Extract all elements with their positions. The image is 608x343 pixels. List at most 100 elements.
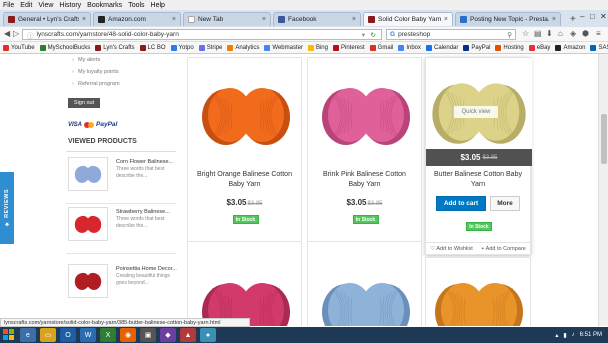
add-to-wishlist-link[interactable]: ♡ Add to Wishlist [430,246,473,252]
bookmark-item[interactable]: MySchoolBucks [39,44,90,51]
taskbar-app-icon[interactable]: ● [200,328,216,342]
menu-item-tools[interactable]: Tools [128,2,144,9]
sign-out-button[interactable]: Sign out [68,98,100,108]
download-icon[interactable]: ⬇ [546,29,553,38]
menu-item-history[interactable]: History [59,2,81,9]
bookmark-item[interactable]: Yotpo [170,44,194,51]
taskbar-ie-icon[interactable]: e [20,328,36,342]
sidebar-link-referral[interactable]: Referral program [72,81,120,87]
maximize-button[interactable]: □ [590,12,595,21]
add-to-compare-link[interactable]: + Add to Compare [481,246,526,252]
viewed-product-name[interactable]: Strawberry Balinese... [116,209,170,215]
bookmark-item[interactable]: Webmaster [264,44,303,51]
volume-icon[interactable]: ♪ [572,332,575,338]
product-name[interactable]: Butter Balinese Cotton Baby Yarn [426,170,530,190]
menu-icon[interactable]: ≡ [596,29,601,38]
close-tab-icon[interactable]: × [444,16,448,23]
network-icon[interactable]: ▮ [563,332,566,339]
menu-item-file[interactable]: File [3,2,14,9]
product-card[interactable]: Quick view $3.05 $3.85 Butter Balinese Cott… [425,57,532,255]
taskbar-folder-icon[interactable]: ▭ [40,328,56,342]
taskbar-outlook-icon[interactable]: O [60,328,76,342]
dropdown-icon[interactable]: ▾ [362,31,365,39]
reviews-side-tab[interactable]: ★ REVIEWS [0,172,14,244]
bookmark-item[interactable]: YouTube [3,44,35,51]
bookmark-item[interactable]: Lyn's Crafts [95,44,135,51]
scrollbar-thumb[interactable] [601,114,607,164]
start-button[interactable] [0,327,18,343]
product-image[interactable] [195,260,296,326]
product-image[interactable] [429,260,529,326]
product-image[interactable] [315,260,416,326]
back-icon[interactable]: ◀ [4,29,10,38]
addon-icon[interactable]: ⬢ [582,29,589,38]
product-image[interactable] [315,65,416,165]
bookmark-item[interactable]: Hosting [495,44,524,51]
close-tab-icon[interactable]: × [552,16,556,23]
taskbar-excel-icon[interactable]: X [100,328,116,342]
quick-view-button[interactable]: Quick view [454,106,498,118]
bookmark-item[interactable]: SAS I-2 [590,44,608,51]
bookmark-item[interactable]: PayPal [463,44,490,51]
product-image[interactable]: Quick view $3.05 $3.85 [426,58,532,166]
bookmark-star-icon[interactable]: ☆ [522,29,529,38]
product-name[interactable]: Bright Orange Balinese Cotton Baby Yarn [188,170,301,190]
product-card[interactable] [425,257,531,326]
product-card[interactable] [187,241,302,326]
viewed-product-thumbnail[interactable] [68,207,108,241]
close-tab-icon[interactable]: × [82,16,86,23]
taskbar-word-icon[interactable]: W [80,328,96,342]
bookmark-item[interactable]: Bing [307,44,328,51]
product-card[interactable] [307,241,422,326]
menu-item-bookmarks[interactable]: Bookmarks [87,2,122,9]
bookmark-item[interactable]: LC BO [139,44,166,51]
browser-tab[interactable]: Amazon.com × [93,12,181,26]
new-tab-button[interactable]: + [570,14,576,25]
close-tab-icon[interactable]: × [262,16,266,23]
close-tab-icon[interactable]: × [172,16,176,23]
close-window-button[interactable]: ✕ [600,12,607,21]
viewed-product-name[interactable]: Poinsettia Home Decor... [116,266,177,272]
search-engine-icon[interactable]: G [390,31,395,38]
clock[interactable]: 6:51 PM [580,332,602,338]
bookmark-item[interactable]: Amazon [555,44,585,51]
browser-tab[interactable]: New Tab × [183,12,271,26]
home-icon[interactable]: ⌂ [558,29,563,38]
taskbar-app-icon[interactable]: ▲ [180,328,196,342]
sidebar-link-loyalty[interactable]: My loyalty points [72,69,119,75]
more-button[interactable]: More [490,196,520,211]
search-icon[interactable]: ⚲ [507,31,512,39]
browser-tab[interactable]: Posting New Topic - Presta... × [455,12,561,26]
bookmark-item[interactable]: Analytics [227,44,259,51]
browser-tab[interactable]: General • Lyn's Crafts × [3,12,91,26]
browser-tab[interactable]: Solid Color Baby Yarn – Lyn...× [363,12,453,26]
menu-item-view[interactable]: View [38,2,53,9]
viewed-product-name[interactable]: Corn Flower Balinese... [116,159,173,165]
tray-arrow-icon[interactable]: ▴ [555,332,558,339]
product-image[interactable] [195,65,296,165]
taskbar-firefox-icon[interactable]: ◉ [120,328,136,342]
bookmark-item[interactable]: Pinterest [332,44,365,51]
bookmark-item[interactable]: Calendar [426,44,458,51]
page-scrollbar[interactable] [598,54,608,326]
viewed-product-thumbnail[interactable] [68,264,108,298]
bookmark-item[interactable]: Inbox [398,44,421,51]
bookmark-item[interactable]: Gmail [369,44,393,51]
browser-tab[interactable]: Facebook × [273,12,361,26]
product-name[interactable]: Brink Pink Balinese Cotton Baby Yarn [308,170,421,190]
taskbar-app-icon[interactable]: ▣ [140,328,156,342]
sidebar-link-alerts[interactable]: My alerts [72,57,100,63]
menu-item-edit[interactable]: Edit [20,2,32,9]
bookmark-item[interactable]: eBay [528,44,550,51]
close-tab-icon[interactable]: × [352,16,356,23]
menu-item-help[interactable]: Help [151,2,165,9]
forward-icon[interactable]: ▷ [13,29,19,38]
reading-list-icon[interactable]: ▤ [534,29,542,38]
reload-icon[interactable]: ↻ [371,31,376,39]
pocket-icon[interactable]: ◈ [570,29,576,38]
address-bar[interactable]: ⓘ lynscrafts.com/yarnstore/48-solid-colo… [22,29,382,40]
add-to-cart-button[interactable]: Add to cart [436,196,486,211]
search-box[interactable]: G presteshop ⚲ [386,29,516,40]
taskbar-app-icon[interactable]: ◆ [160,328,176,342]
bookmark-item[interactable]: Stripe [198,44,222,51]
